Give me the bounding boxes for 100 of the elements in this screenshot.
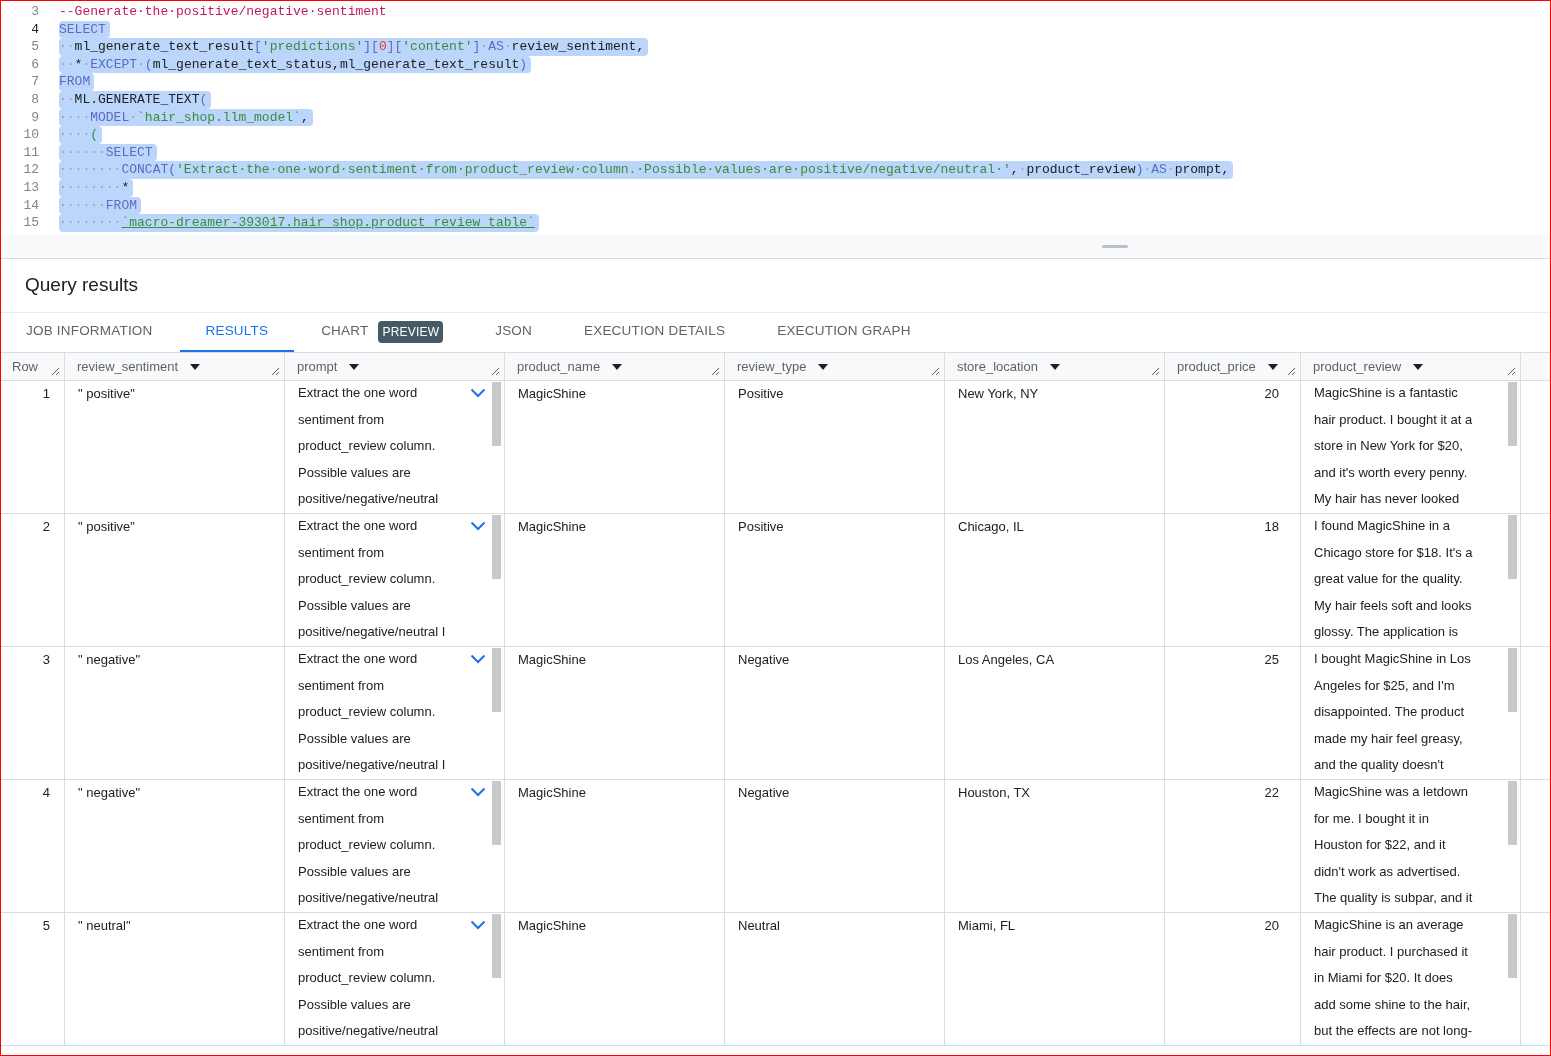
cell-scrollbar[interactable] — [492, 914, 501, 978]
table-cell: Chicago, IL — [945, 514, 1165, 646]
table-cell: Miami, FL — [945, 913, 1165, 1045]
cell-scrollbar[interactable] — [492, 515, 501, 579]
table-cell: " positive" — [65, 381, 285, 513]
results-tab[interactable]: EXECUTION GRAPH — [752, 313, 936, 352]
line-number: 8 — [30, 90, 40, 109]
results-tab[interactable]: CHART PREVIEW — [296, 313, 469, 352]
table-cell-text: Extract the one word sentiment from product_review column. Possible values are positive/negative/neutral I — [298, 517, 446, 641]
cell-scrollbar[interactable] — [1508, 781, 1517, 845]
table-cell: 18 — [1165, 514, 1301, 646]
table-cell: MagicShine — [505, 647, 725, 779]
table-cell: Neutral — [725, 913, 945, 1045]
column-header[interactable]: product_review — [1301, 353, 1521, 380]
column-header[interactable]: product_price — [1165, 353, 1301, 380]
line-number: 14 — [22, 196, 40, 215]
sort-caret-icon[interactable] — [612, 363, 623, 370]
table-cell: 5 — [1, 913, 65, 1045]
drag-handle-icon[interactable] — [1102, 245, 1128, 248]
table-cell: 25 — [1165, 647, 1301, 779]
cell-scrollbar[interactable] — [1508, 515, 1517, 579]
sort-caret-icon[interactable] — [190, 363, 201, 370]
line-number: 6 — [30, 55, 40, 74]
code-line: --Generate·the·positive/negative·sentiment — [59, 3, 388, 21]
table-cell: New York, NY — [945, 381, 1165, 513]
table-cell: " negative" — [65, 647, 285, 779]
cell-scrollbar[interactable] — [1508, 648, 1517, 712]
column-header[interactable]: review_type — [725, 353, 945, 380]
preview-badge: PREVIEW — [378, 320, 444, 343]
column-header[interactable]: Row — [1, 353, 65, 380]
table-cell: Los Angeles, CA — [945, 647, 1165, 779]
table-cell: " negative" — [65, 780, 285, 912]
table-cell: 22 — [1165, 780, 1301, 912]
resize-grip-icon[interactable] — [1507, 367, 1516, 376]
line-number: 12 — [22, 161, 40, 179]
table-cell-text: MagicShine was a letdown for me. I bought it in Houston for $22, and it didn't work as advertised. The quality is subpar, and it — [1314, 783, 1473, 907]
table-cell: " positive" — [65, 514, 285, 646]
line-number: 11 — [22, 143, 40, 162]
line-number: 4 — [30, 20, 40, 39]
chevron-down-icon[interactable] — [470, 920, 486, 930]
table-cell-text: Extract the one word sentiment from product_review column. Possible values are positive/negative/neutral — [298, 916, 439, 1040]
resize-grip-icon[interactable] — [1151, 367, 1160, 376]
table-cell-text: MagicShine is an average hair product. I purchased it in Miami for $20. It does add some shine to the hair, but the effects are not long- — [1314, 916, 1473, 1040]
chevron-down-icon[interactable] — [470, 787, 486, 797]
column-header[interactable]: review_sentiment — [65, 353, 285, 380]
chevron-down-icon[interactable] — [470, 521, 486, 531]
cell-scrollbar[interactable] — [492, 382, 501, 446]
results-tab[interactable]: JOB INFORMATION — [1, 313, 178, 352]
column-header[interactable]: prompt — [285, 353, 505, 380]
table-cell: 4 — [1, 780, 65, 912]
resize-grip-icon[interactable] — [711, 367, 720, 376]
table-cell: 2 — [1, 514, 65, 646]
table-cell: MagicShine — [505, 514, 725, 646]
table-cell: Negative — [725, 780, 945, 912]
line-number: 5 — [30, 38, 40, 56]
table-cell: 20 — [1165, 913, 1301, 1045]
resize-grip-icon[interactable] — [1287, 367, 1296, 376]
column-header[interactable]: store_location — [945, 353, 1165, 380]
table-cell-text: Extract the one word sentiment from product_review column. Possible values are positive/negative/neutral — [298, 783, 439, 907]
cell-scrollbar[interactable] — [1508, 914, 1517, 978]
cell-scrollbar[interactable] — [1508, 382, 1517, 446]
sort-caret-icon[interactable] — [1267, 363, 1278, 370]
table-cell: MagicShine — [505, 780, 725, 912]
column-header[interactable]: product_name — [505, 353, 725, 380]
sort-caret-icon[interactable] — [349, 363, 360, 370]
table-cell: Houston, TX — [945, 780, 1165, 912]
table-cell-text: I bought MagicShine in Los Angeles for $25, and I'm disappointed. The product made my hair feel greasy, and the quality doesn't — [1314, 650, 1471, 774]
table-cell: Positive — [725, 381, 945, 513]
table-cell-text: MagicShine is a fantastic hair product. I bought it at a store in New York for $20, and it's worth every penny. My hair has never looked — [1314, 384, 1473, 508]
line-number: 7 — [30, 73, 40, 91]
sort-caret-icon[interactable] — [1049, 363, 1060, 370]
table-cell: 20 — [1165, 381, 1301, 513]
results-tab[interactable]: EXECUTION DETAILS — [559, 313, 751, 352]
cell-scrollbar[interactable] — [492, 648, 501, 712]
table-cell-text: Extract the one word sentiment from product_review column. Possible values are positive/negative/neutral I — [298, 650, 446, 774]
resize-grip-icon[interactable] — [931, 367, 940, 376]
table-cell: 3 — [1, 647, 65, 779]
line-number: 9 — [30, 108, 40, 127]
table-cell: MagicShine — [505, 913, 725, 1045]
resize-grip-icon[interactable] — [51, 367, 60, 376]
chevron-down-icon[interactable] — [470, 388, 486, 398]
table-cell: Negative — [725, 647, 945, 779]
cell-scrollbar[interactable] — [492, 781, 501, 845]
table-cell-text: I found MagicShine in a Chicago store for $18. It's a great value for the quality. My hair feels soft and looks glossy. The application is — [1314, 517, 1473, 641]
resize-grip-icon[interactable] — [491, 367, 500, 376]
section-title: Query results — [25, 273, 138, 298]
results-tab[interactable]: JSON — [470, 313, 557, 352]
line-number: 10 — [22, 126, 40, 144]
sort-caret-icon[interactable] — [1413, 363, 1424, 370]
resize-grip-icon[interactable] — [271, 367, 280, 376]
table-cell: Positive — [725, 514, 945, 646]
table-cell-text: Extract the one word sentiment from product_review column. Possible values are positive/negative/neutral — [298, 384, 439, 508]
line-number: 15 — [22, 214, 40, 232]
table-cell: MagicShine — [505, 381, 725, 513]
table-cell: 1 — [1, 381, 65, 513]
chevron-down-icon[interactable] — [470, 654, 486, 664]
sort-caret-icon[interactable] — [818, 363, 829, 370]
table-cell: " neutral" — [65, 913, 285, 1045]
line-number: 3 — [30, 3, 40, 21]
line-number: 13 — [22, 178, 40, 197]
